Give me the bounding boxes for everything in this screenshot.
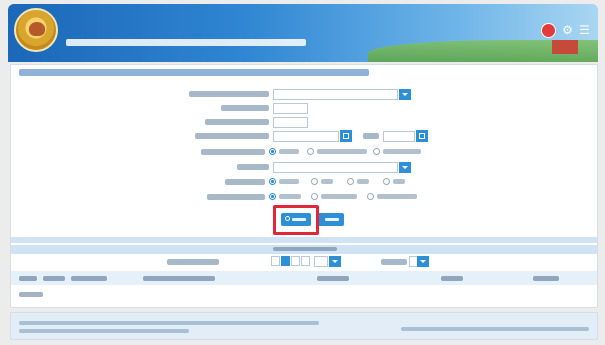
radio-2-option-2-label bbox=[321, 179, 333, 184]
date-to-input[interactable] bbox=[383, 131, 415, 142]
date-from-input[interactable] bbox=[273, 131, 339, 142]
search-panel bbox=[10, 64, 598, 308]
field-1-label bbox=[189, 91, 269, 97]
footer-line-1 bbox=[19, 321, 319, 325]
current-page[interactable] bbox=[281, 256, 290, 266]
pager-label bbox=[167, 259, 219, 265]
radio-2-option-4-label bbox=[393, 179, 405, 184]
gear-icon[interactable]: ⚙ bbox=[561, 24, 574, 37]
field-2-label bbox=[221, 105, 269, 111]
menu-icon[interactable]: ☰ bbox=[578, 24, 591, 37]
radio-2-option-2[interactable] bbox=[311, 178, 318, 185]
app-subtitle bbox=[66, 39, 306, 46]
radio-3-option-3-label bbox=[377, 194, 417, 199]
results-divider bbox=[11, 237, 597, 243]
column-header-2 bbox=[43, 276, 65, 281]
column-header-1 bbox=[19, 276, 37, 281]
chevron-down-icon[interactable] bbox=[329, 256, 341, 267]
radio-2-option-1[interactable] bbox=[269, 178, 276, 185]
header-barn-graphic bbox=[552, 40, 578, 54]
date-from-label bbox=[195, 133, 269, 139]
radio-1-option-2-label bbox=[317, 149, 367, 154]
page-size-label bbox=[381, 259, 407, 265]
page-footer bbox=[10, 312, 598, 340]
department-emblem-icon bbox=[14, 8, 58, 52]
page-number-input[interactable] bbox=[314, 256, 328, 267]
chevron-down-icon[interactable] bbox=[417, 256, 429, 267]
radio-3-option-3[interactable] bbox=[367, 193, 374, 200]
empty-table-message bbox=[19, 292, 43, 297]
bell-icon[interactable] bbox=[541, 23, 556, 38]
next-page-button[interactable] bbox=[291, 256, 300, 266]
field-1-select[interactable] bbox=[273, 89, 398, 100]
results-title-bar bbox=[11, 245, 597, 254]
radio-2-option-1-label bbox=[279, 179, 299, 184]
field-3-input[interactable] bbox=[273, 117, 308, 128]
radio-1-option-2[interactable] bbox=[307, 148, 314, 155]
first-page-button[interactable] bbox=[271, 256, 280, 266]
radio-1-option-3-label bbox=[383, 149, 421, 154]
footer-line-2 bbox=[19, 329, 189, 333]
chevron-down-icon[interactable] bbox=[399, 89, 411, 100]
results-title bbox=[273, 247, 337, 251]
chevron-down-icon[interactable] bbox=[399, 162, 411, 173]
radio-1-option-1[interactable] bbox=[269, 148, 276, 155]
radio-2-option-3[interactable] bbox=[347, 178, 354, 185]
breadcrumb[interactable] bbox=[19, 69, 369, 76]
column-header-7 bbox=[533, 276, 559, 281]
calendar-icon[interactable] bbox=[416, 130, 428, 142]
column-header-6 bbox=[441, 276, 463, 281]
radio-3-option-2-label bbox=[321, 194, 357, 199]
date-to-label bbox=[363, 133, 379, 139]
column-header-5 bbox=[317, 276, 349, 281]
radio-1-option-1-label bbox=[279, 149, 299, 154]
app-window: ⚙ ☰ bbox=[0, 0, 605, 345]
column-header-4 bbox=[143, 276, 215, 281]
radio-3-option-1[interactable] bbox=[269, 193, 276, 200]
radio-2-option-4[interactable] bbox=[383, 178, 390, 185]
radio-group-1-label bbox=[201, 149, 265, 155]
radio-2-option-3-label bbox=[357, 179, 369, 184]
last-page-button[interactable] bbox=[301, 256, 310, 266]
field-3-label bbox=[205, 119, 269, 125]
search-button-highlight bbox=[273, 205, 319, 235]
radio-3-option-1-label bbox=[279, 194, 301, 199]
footer-copyright bbox=[401, 327, 589, 331]
field-6-label bbox=[237, 164, 269, 170]
field-2-input[interactable] bbox=[273, 103, 308, 114]
app-header: ⚙ ☰ bbox=[8, 4, 598, 62]
radio-group-2-label bbox=[225, 179, 265, 185]
clear-button[interactable] bbox=[316, 213, 344, 226]
radio-group-3-label bbox=[207, 194, 265, 200]
calendar-icon[interactable] bbox=[340, 130, 352, 142]
radio-1-option-3[interactable] bbox=[373, 148, 380, 155]
field-6-select[interactable] bbox=[273, 162, 398, 173]
clear-button-label bbox=[325, 218, 339, 221]
radio-3-option-2[interactable] bbox=[311, 193, 318, 200]
column-header-3 bbox=[71, 276, 107, 281]
